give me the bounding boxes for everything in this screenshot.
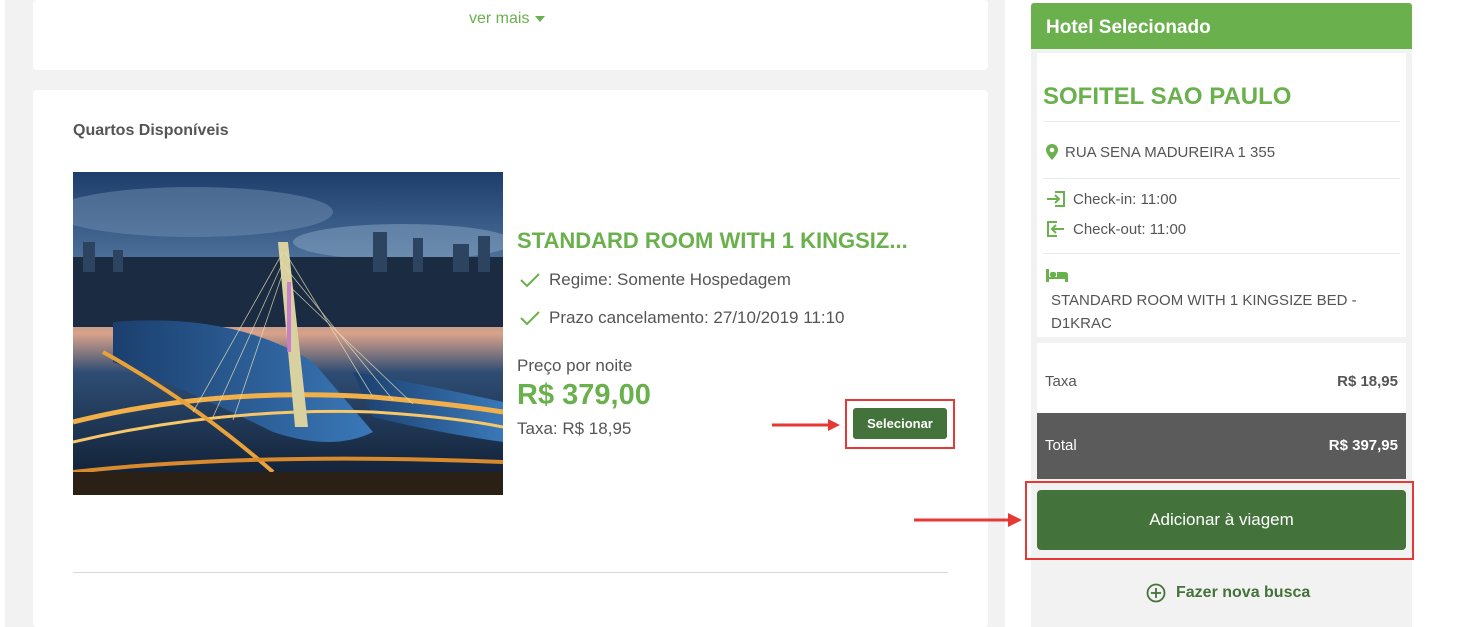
separator — [1043, 178, 1400, 179]
total-value: R$ 397,95 — [1328, 437, 1398, 454]
address-text: RUA SENA MADUREIRA 1 355 — [1065, 143, 1276, 161]
total-row: Total R$ 397,95 — [1037, 413, 1406, 479]
room-name: STANDARD ROOM WITH 1 KINGSIZ... — [517, 228, 908, 253]
fee-row: Taxa R$ 18,95 — [1037, 343, 1406, 413]
chevron-down-icon — [535, 16, 546, 22]
selected-room-description: STANDARD ROOM WITH 1 KINGSIZE BED - D1KR… — [1051, 292, 1357, 332]
fee-label: Taxa — [1045, 373, 1077, 390]
divider — [73, 572, 948, 573]
bed-icon — [1046, 269, 1068, 282]
plus-circle-icon — [1146, 583, 1166, 603]
ver-mais-label: ver mais — [469, 10, 530, 27]
available-rooms-card: Quartos Disponíveis STANDARD ROOM WITH 1… — [33, 90, 988, 627]
price-tax: Taxa: R$ 18,95 — [517, 419, 632, 438]
new-search-label: Fazer nova busca — [1176, 584, 1311, 601]
map-pin-icon — [1046, 144, 1058, 160]
arrow-right-icon — [772, 419, 840, 431]
checkout-row: Check-out: 11:00 — [1045, 220, 1186, 238]
hotel-address: RUA SENA MADUREIRA 1 355 — [1045, 143, 1275, 161]
separator — [1043, 253, 1400, 254]
ver-mais-link[interactable]: ver mais — [469, 10, 546, 28]
check-in-icon — [1047, 191, 1065, 207]
room-regime: Regime: Somente Hospedagem — [519, 270, 791, 290]
checkmark-icon — [520, 273, 540, 288]
new-search-link[interactable]: Fazer nova busca — [1146, 583, 1310, 603]
fee-value: R$ 18,95 — [1337, 373, 1398, 390]
arrow-right-icon — [914, 513, 1022, 527]
checkout-text: Check-out: 11:00 — [1073, 220, 1187, 238]
section-title: Quartos Disponíveis — [73, 122, 229, 139]
add-to-trip-button[interactable]: Adicionar à viagem — [1037, 490, 1406, 550]
hotel-name: SOFITEL SAO PAULO — [1043, 83, 1292, 110]
price-value: R$ 379,00 — [517, 379, 651, 411]
cancellation-text: Prazo cancelamento: 27/10/2019 11:10 — [549, 308, 845, 327]
checkin-text: Check-in: 11:00 — [1073, 190, 1177, 208]
add-to-trip-highlight: Adicionar à viagem — [1025, 481, 1414, 560]
hotel-details-card: ver mais — [33, 0, 988, 70]
separator — [1043, 121, 1400, 122]
checkin-row: Check-in: 11:00 — [1045, 190, 1177, 208]
check-out-icon — [1047, 221, 1064, 237]
price-label: Preço por noite — [517, 356, 633, 375]
regime-text: Regime: Somente Hospedagem — [549, 270, 791, 289]
select-room-button[interactable]: Selecionar — [853, 408, 947, 439]
checkmark-icon — [520, 311, 540, 326]
room-photo — [73, 172, 503, 495]
total-label: Total — [1045, 437, 1077, 454]
hotel-info-card: SOFITEL SAO PAULO RUA SENA MADUREIRA 1 3… — [1037, 53, 1406, 337]
room-cancellation: Prazo cancelamento: 27/10/2019 11:10 — [519, 308, 845, 328]
select-highlight: Selecionar — [845, 399, 955, 449]
sidebar-header: Hotel Selecionado — [1031, 3, 1412, 49]
